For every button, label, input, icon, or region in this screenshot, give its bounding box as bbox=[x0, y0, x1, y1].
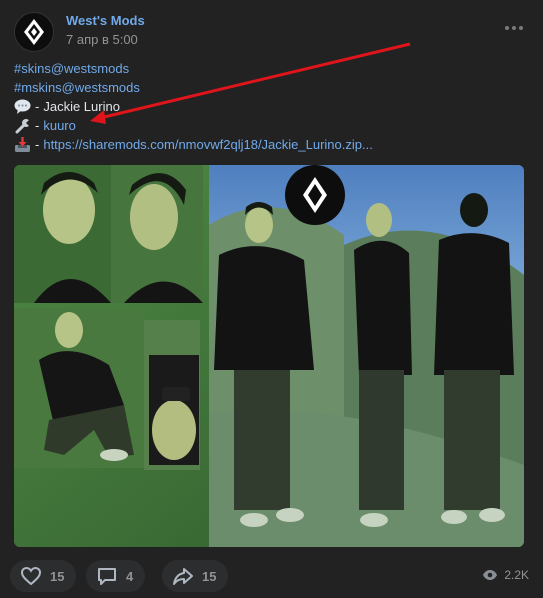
share-button[interactable]: 15 bbox=[162, 560, 229, 592]
line-prefix: - bbox=[35, 99, 40, 114]
post-date[interactable]: 7 апр в 5:00 bbox=[66, 32, 138, 47]
hashtag-link[interactable]: #mskins@westsmods bbox=[14, 78, 140, 97]
like-count: 15 bbox=[50, 568, 65, 584]
post-actions: 15 4 15 2.2K bbox=[10, 560, 533, 592]
post-text-line: - https://sharemods.com/nmovwf2qlj18/Jac… bbox=[14, 135, 529, 154]
eye-icon bbox=[483, 570, 498, 580]
comment-button[interactable]: 4 bbox=[86, 560, 146, 592]
like-button[interactable]: 15 bbox=[10, 560, 77, 592]
more-options-icon[interactable] bbox=[505, 22, 523, 34]
share-icon bbox=[173, 568, 193, 585]
heart-icon bbox=[20, 566, 42, 586]
skin-preview-image[interactable] bbox=[14, 165, 524, 547]
post-text-line: #mskins@westsmods bbox=[14, 78, 529, 97]
author-link[interactable]: kuuro bbox=[43, 116, 76, 135]
download-link[interactable]: https://sharemods.com/nmovwf2qlj18/Jacki… bbox=[43, 135, 373, 154]
view-count: 2.2K bbox=[504, 568, 529, 582]
post-text: #skins@westsmods #mskins@westsmods - Jac… bbox=[14, 59, 529, 154]
post-text-line: - Jackie Lurino bbox=[14, 97, 529, 116]
wrench-icon bbox=[14, 118, 31, 134]
hashtag-link[interactable]: #skins@westsmods bbox=[14, 59, 129, 78]
skin-collage-picture bbox=[14, 165, 524, 547]
post-text-line: #skins@westsmods bbox=[14, 59, 529, 78]
line-prefix: - bbox=[35, 118, 40, 133]
skin-name: Jackie Lurino bbox=[43, 99, 120, 114]
speech-bubble-icon bbox=[14, 99, 31, 115]
comment-icon bbox=[98, 568, 116, 585]
west-mods-logo-icon bbox=[24, 19, 44, 45]
comment-count: 4 bbox=[126, 568, 134, 584]
inbox-tray-icon bbox=[14, 136, 31, 153]
post-text-line: - kuuro bbox=[14, 116, 529, 135]
share-count: 15 bbox=[202, 568, 217, 584]
post-author[interactable]: West's Mods bbox=[66, 13, 145, 28]
view-counter: 2.2K bbox=[482, 568, 529, 582]
line-prefix: - bbox=[35, 137, 40, 152]
post-header: West's Mods 7 апр в 5:00 bbox=[14, 12, 529, 52]
community-avatar[interactable] bbox=[14, 12, 54, 52]
wall-post: West's Mods 7 апр в 5:00 #skins@westsmod… bbox=[0, 0, 543, 598]
